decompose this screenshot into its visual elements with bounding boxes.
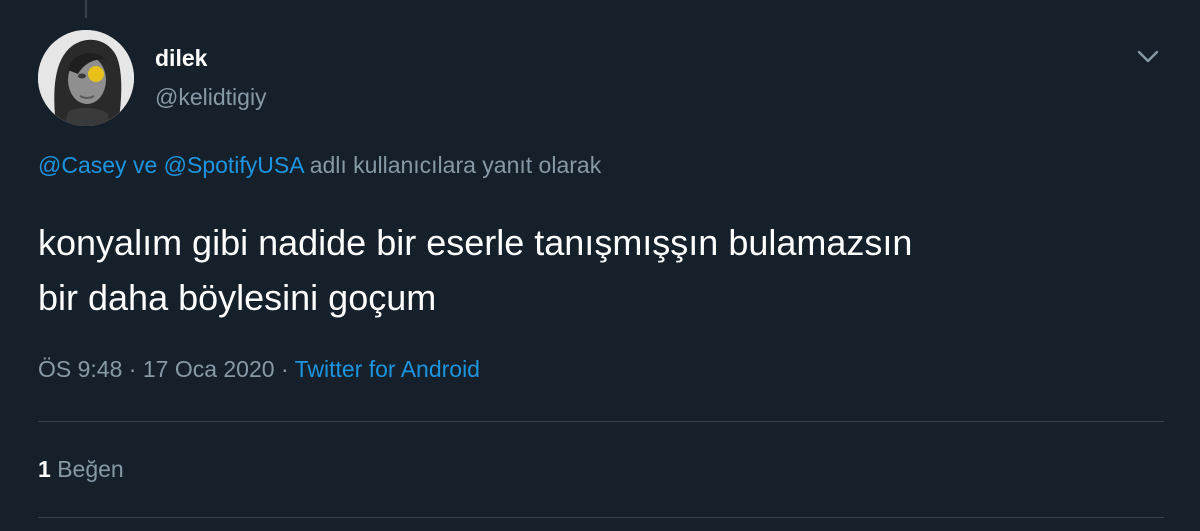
user-handle[interactable]: @kelidtigiy: [155, 84, 267, 111]
meta-separator: ·: [128, 356, 137, 382]
divider: [38, 517, 1164, 518]
reply-suffix: adlı kullanıcılara yanıt olarak: [309, 152, 602, 178]
tweet-card: dilek @kelidtigiy @Casey ve @SpotifyUSA …: [0, 0, 1200, 531]
display-name[interactable]: dilek: [155, 45, 207, 72]
tweet-source-link[interactable]: Twitter for Android: [295, 356, 480, 382]
tweet-text: konyalım gibi nadide bir eserle tanışmış…: [38, 215, 1168, 325]
meta-separator: ·: [280, 356, 289, 382]
like-count: 1: [38, 456, 51, 482]
chevron-down-icon[interactable]: [1132, 40, 1164, 72]
profile-photo-icon: [38, 30, 134, 126]
tweet-text-line-1: konyalım gibi nadide bir eserle tanışmış…: [38, 222, 913, 263]
tweet-text-line-2: bir daha böylesini goçum: [38, 277, 437, 318]
reply-context: @Casey ve @SpotifyUSA adlı kullanıcılara…: [38, 152, 601, 179]
mention-link-casey[interactable]: @Casey: [38, 152, 127, 178]
likes-stat[interactable]: 1 Beğen: [38, 456, 124, 483]
tweet-time[interactable]: ÖS 9:48: [38, 356, 122, 382]
mention-link-spotifyusa[interactable]: @SpotifyUSA: [164, 152, 304, 178]
reply-joiner: ve: [132, 152, 158, 178]
like-label: Beğen: [57, 456, 124, 482]
avatar[interactable]: [38, 30, 134, 126]
tweet-metadata: ÖS 9:48 · 17 Oca 2020 · Twitter for Andr…: [38, 356, 480, 383]
thread-connector-line: [85, 0, 87, 18]
divider: [38, 421, 1164, 422]
tweet-date[interactable]: 17 Oca 2020: [143, 356, 275, 382]
